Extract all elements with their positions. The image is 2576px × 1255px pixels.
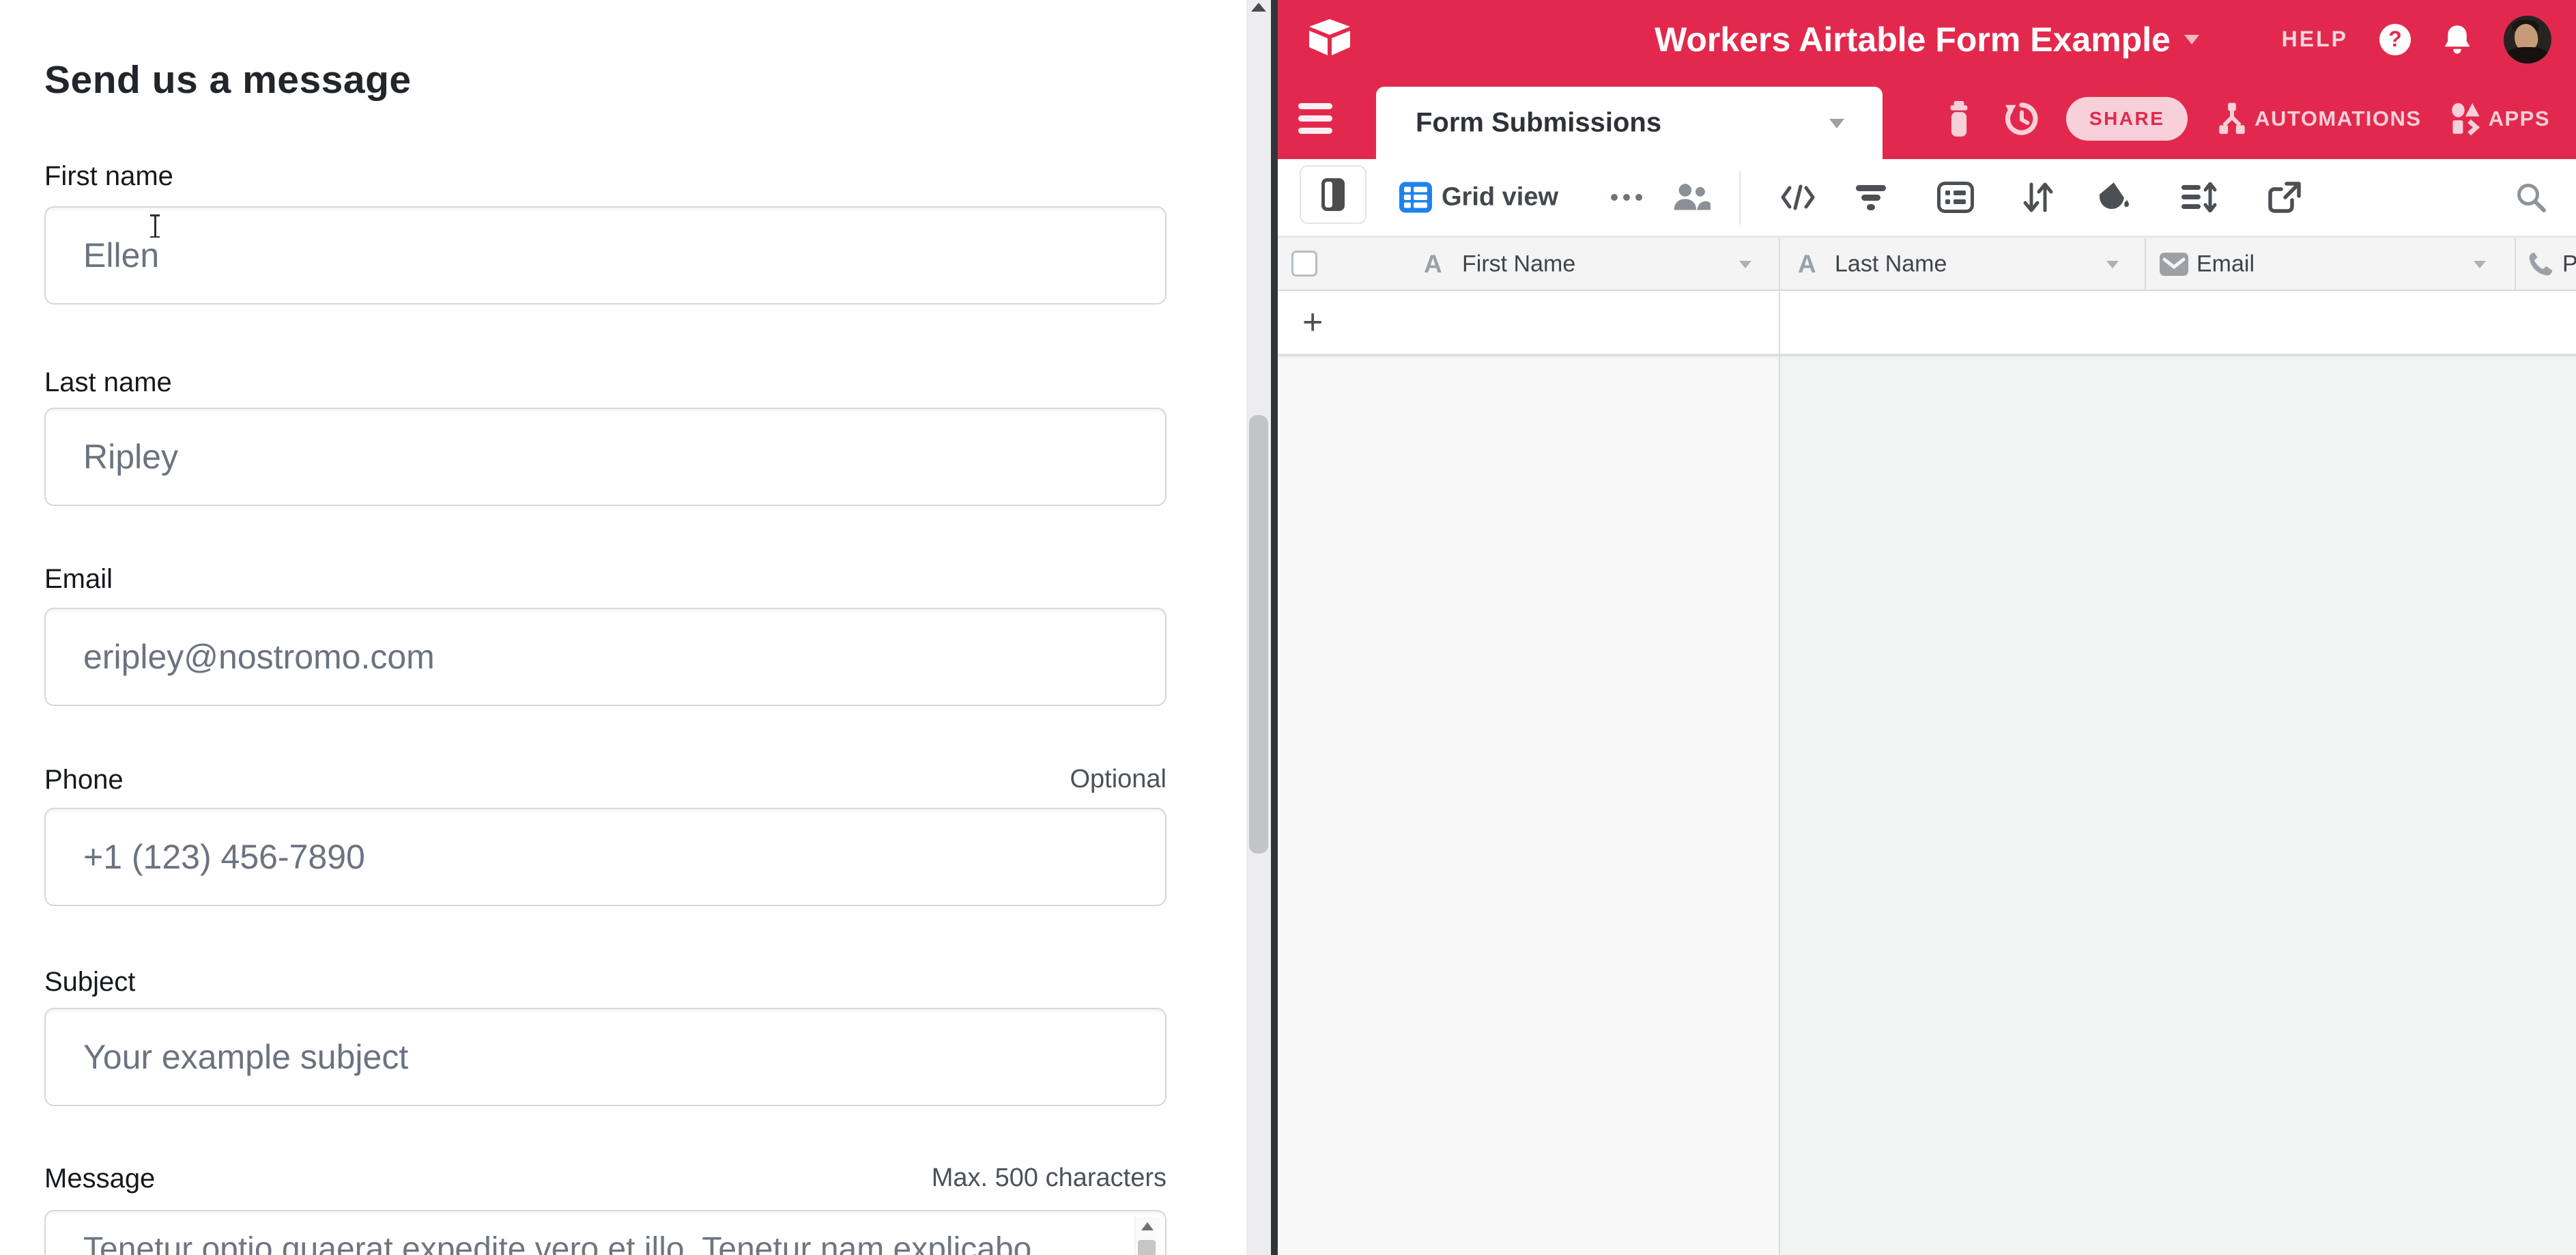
email-input[interactable]: eripley@nostromo.com: [44, 608, 1167, 706]
field-row-first-name: First name: [44, 161, 1167, 194]
last-name-placeholder: Ripley: [83, 437, 178, 477]
email-label: Email: [44, 564, 113, 595]
contact-form-pane: Send us a message First name Ellen Last …: [0, 0, 1246, 1255]
column-header-first-name[interactable]: First Name: [1462, 251, 1575, 277]
airtable-topbar: Workers Airtable Form Example HELP ?: [1278, 0, 2576, 79]
hide-fields-icon[interactable]: [1780, 182, 1816, 212]
share-button-label: SHARE: [2089, 108, 2165, 130]
page-scrollbar[interactable]: [1246, 0, 1271, 1255]
toolbar-divider: [1739, 171, 1741, 225]
screen: Send us a message First name Ellen Last …: [0, 0, 2576, 1255]
column-header-phone[interactable]: Phone: [2562, 251, 2576, 277]
column-header-email[interactable]: Email: [2196, 251, 2255, 277]
textarea-scrollbar-thumb[interactable]: [1138, 1240, 1156, 1255]
first-name-input[interactable]: Ellen: [44, 206, 1167, 305]
view-toolbar: Grid view: [1278, 159, 2576, 237]
message-textarea[interactable]: Tenetur optio quaerat expedite vero et i…: [44, 1210, 1167, 1255]
group-icon[interactable]: [1937, 182, 1974, 213]
email-field-icon: [2160, 253, 2188, 276]
scroll-up-arrow-icon[interactable]: [1141, 1222, 1154, 1230]
last-name-input[interactable]: Ripley: [44, 408, 1167, 506]
filter-icon[interactable]: [1855, 183, 1887, 212]
column-menu-caret-icon[interactable]: [1739, 261, 1751, 268]
share-view-icon[interactable]: [2267, 181, 2302, 214]
tabbar-actions: SHARE AUTOMATIONS: [1945, 79, 2550, 159]
subject-input[interactable]: Your example subject: [44, 1008, 1167, 1106]
view-name-button[interactable]: Grid view: [1442, 183, 1558, 212]
help-button[interactable]: HELP: [2282, 27, 2348, 52]
column-menu-caret-icon[interactable]: [2106, 261, 2119, 268]
color-icon[interactable]: [2097, 181, 2132, 214]
message-maxlength-note: Max. 500 characters: [932, 1164, 1167, 1193]
textarea-scrollbar[interactable]: [1134, 1217, 1160, 1255]
add-record-plus-icon[interactable]: +: [1302, 305, 1323, 340]
base-title: Workers Airtable Form Example: [1655, 20, 2171, 59]
phone-placeholder: +1 (123) 456-7890: [83, 837, 365, 877]
field-row-message: Message Max. 500 characters: [44, 1164, 1167, 1196]
text-field-icon: A: [1798, 250, 1816, 279]
automations-button[interactable]: AUTOMATIONS: [2255, 107, 2421, 131]
phone-optional-note: Optional: [1070, 765, 1167, 794]
airtable-pane: Workers Airtable Form Example HELP ?: [1278, 0, 2576, 1255]
avatar[interactable]: [2504, 16, 2551, 64]
primary-column-divider: [1779, 291, 1780, 1255]
email-placeholder: eripley@nostromo.com: [83, 637, 435, 677]
subject-label: Subject: [44, 967, 135, 998]
page-scrollbar-thumb[interactable]: [1249, 415, 1268, 854]
column-divider[interactable]: [2515, 238, 2516, 290]
select-all-checkbox[interactable]: [1291, 251, 1317, 277]
help-question-icon[interactable]: ?: [2379, 24, 2411, 55]
phone-field-icon: [2527, 251, 2554, 278]
text-field-icon: A: [1424, 250, 1442, 279]
column-header-last-name[interactable]: Last Name: [1835, 251, 1947, 277]
scrollbar-up-arrow-icon[interactable]: [1251, 3, 1266, 12]
form-title: Send us a message: [44, 57, 412, 102]
window-separator[interactable]: [1271, 0, 1278, 1255]
i-beam-cursor: [149, 214, 161, 238]
apps-icon[interactable]: [2450, 102, 2482, 136]
share-button[interactable]: SHARE: [2066, 97, 2188, 141]
last-name-label: Last name: [44, 367, 172, 398]
automations-icon[interactable]: [2218, 101, 2246, 137]
grid-view-icon: [1399, 182, 1432, 213]
grid-empty-area-primary: [1278, 359, 1779, 1255]
history-icon[interactable]: [2005, 101, 2039, 137]
column-divider[interactable]: [2145, 238, 2146, 290]
subject-placeholder: Your example subject: [83, 1037, 408, 1077]
sidebar-panel-icon: [1321, 178, 1345, 211]
field-row-phone: Phone Optional: [44, 765, 1167, 798]
message-placeholder: Tenetur optio quaerat expedite vero et i…: [83, 1230, 1031, 1255]
row-height-icon[interactable]: [2180, 182, 2217, 212]
tab-label: Form Submissions: [1416, 108, 1661, 139]
apps-button[interactable]: APPS: [2489, 107, 2550, 131]
tab-form-submissions[interactable]: Form Submissions: [1376, 87, 1883, 159]
bell-icon[interactable]: [2442, 23, 2472, 56]
table-tab-bar: Form Submissions: [1278, 79, 2576, 159]
first-name-placeholder: Ellen: [83, 236, 159, 275]
message-label: Message: [44, 1164, 155, 1194]
grid-header-row: A First Name A Last Name Email: [1278, 237, 2576, 291]
chevron-down-icon: [2184, 35, 2199, 44]
base-title-menu[interactable]: Workers Airtable Form Example: [1655, 0, 2199, 79]
phone-input[interactable]: +1 (123) 456-7890: [44, 808, 1167, 906]
sort-icon[interactable]: [2022, 182, 2055, 213]
field-row-last-name: Last name: [44, 367, 1167, 400]
trash-icon[interactable]: [1945, 101, 1973, 137]
search-icon[interactable]: [2515, 181, 2547, 214]
field-row-subject: Subject: [44, 967, 1167, 1000]
collaborators-icon[interactable]: [1671, 181, 1711, 214]
topbar-right-cluster: HELP ?: [2282, 0, 2551, 79]
first-name-label: First name: [44, 161, 173, 192]
field-row-email: Email: [44, 564, 1167, 597]
grid-empty-area: [1779, 359, 2576, 1255]
ellipsis-icon[interactable]: [1611, 194, 1642, 201]
hamburger-menu-icon[interactable]: [1298, 103, 1332, 135]
airtable-logo-icon[interactable]: [1308, 18, 1351, 59]
column-divider[interactable]: [1779, 238, 1780, 290]
phone-label: Phone: [44, 765, 124, 795]
column-menu-caret-icon[interactable]: [2474, 261, 2486, 268]
tab-chevron-down-icon[interactable]: [1829, 119, 1844, 128]
view-sidebar-toggle-button[interactable]: [1300, 165, 1366, 224]
add-record-row[interactable]: +: [1278, 291, 2576, 356]
